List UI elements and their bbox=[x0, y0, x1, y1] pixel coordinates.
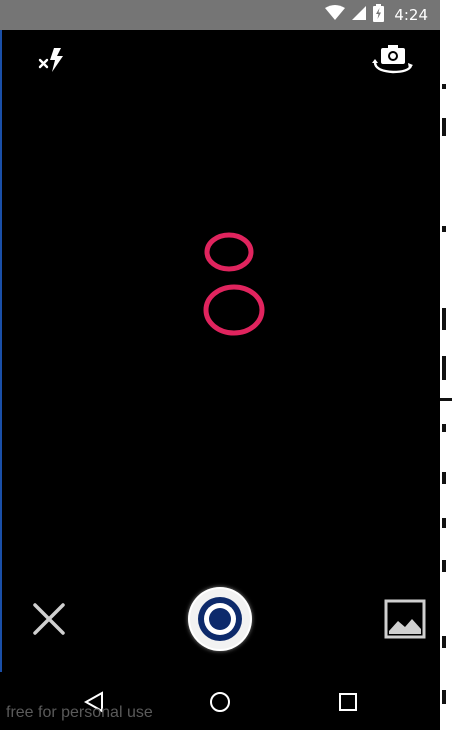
status-icons: 4:24 bbox=[325, 0, 428, 30]
cell-signal-icon bbox=[351, 5, 367, 26]
wifi-icon bbox=[325, 4, 346, 26]
close-icon bbox=[33, 603, 65, 635]
edge-mark bbox=[442, 472, 446, 484]
status-time: 4:24 bbox=[394, 6, 428, 24]
shutter-button[interactable] bbox=[188, 587, 252, 651]
screen-edge-left bbox=[0, 30, 2, 720]
shutter-icon bbox=[190, 589, 250, 649]
edge-mark bbox=[442, 518, 446, 528]
home-icon bbox=[210, 692, 230, 712]
edge-mark bbox=[442, 424, 446, 432]
edge-mark bbox=[442, 560, 446, 572]
flash-off-icon[interactable] bbox=[30, 42, 70, 78]
gallery-button[interactable] bbox=[382, 596, 428, 642]
edge-mark bbox=[440, 398, 452, 401]
battery-charging-icon bbox=[373, 3, 385, 27]
edge-mark bbox=[442, 226, 446, 232]
edge-mark bbox=[442, 690, 446, 704]
watermark-text: free for personal use bbox=[6, 704, 153, 721]
focus-indicator bbox=[196, 226, 276, 346]
edge-mark bbox=[442, 84, 446, 89]
edge-mark bbox=[442, 636, 446, 648]
home-button[interactable] bbox=[206, 688, 234, 716]
edge-mark bbox=[442, 356, 446, 380]
screen-edge-right bbox=[440, 0, 454, 730]
edge-mark bbox=[442, 308, 446, 330]
edge-mark bbox=[442, 118, 446, 136]
recent-apps-button[interactable] bbox=[334, 688, 362, 716]
status-bar: 4:24 bbox=[0, 0, 440, 30]
close-button[interactable] bbox=[26, 596, 72, 642]
camera-screen: 4:24 free for personal use bbox=[0, 0, 454, 730]
switch-camera-icon[interactable] bbox=[368, 40, 418, 80]
recent-apps-icon bbox=[339, 693, 357, 711]
gallery-icon bbox=[384, 599, 426, 639]
